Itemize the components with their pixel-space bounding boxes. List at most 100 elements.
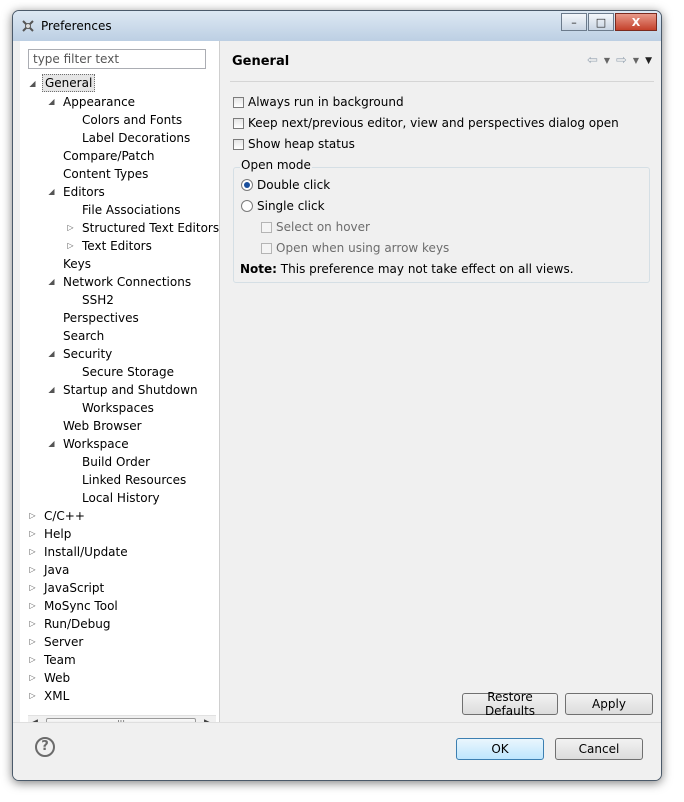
tree-item[interactable]: ◢ Appearance — [20, 93, 219, 111]
single-click-option[interactable]: Single click — [241, 197, 325, 215]
tree-item-label: Workspaces — [82, 401, 154, 415]
back-arrow-icon[interactable]: ⇦ — [587, 53, 598, 68]
double-click-label: Double click — [257, 178, 331, 192]
double-click-option[interactable]: Double click — [241, 176, 330, 194]
tree-item[interactable]: ▷ Server — [20, 633, 219, 651]
tree-item[interactable]: Linked Resources — [20, 471, 219, 489]
collapsed-twisty-icon[interactable]: ▷ — [66, 219, 75, 237]
expanded-twisty-icon[interactable]: ◢ — [47, 435, 56, 453]
keep-dialog-open-checkbox[interactable] — [233, 117, 244, 129]
forward-arrow-icon[interactable]: ⇨ — [616, 53, 627, 68]
minimize-button[interactable]: – — [561, 13, 587, 31]
expanded-twisty-icon[interactable]: ◢ — [47, 345, 56, 363]
collapsed-twisty-icon[interactable]: ▷ — [28, 579, 37, 597]
maximize-button[interactable]: □ — [588, 13, 614, 31]
tree-item-label: Java — [44, 563, 70, 577]
forward-dropdown-icon[interactable]: ▼ — [633, 56, 639, 68]
collapsed-twisty-icon[interactable]: ▷ — [66, 237, 75, 255]
tree-item[interactable]: Search — [20, 327, 219, 345]
tree-item[interactable]: ▷ MoSync Tool — [20, 597, 219, 615]
keep-dialog-open-label: Keep next/previous editor, view and pers… — [248, 116, 619, 130]
collapsed-twisty-icon[interactable]: ▷ — [28, 507, 37, 525]
expanded-twisty-icon[interactable]: ◢ — [47, 381, 56, 399]
expanded-twisty-icon[interactable]: ◢ — [47, 183, 56, 201]
show-heap-status-option[interactable]: Show heap status — [233, 135, 355, 153]
tree-item-label: Secure Storage — [82, 365, 175, 379]
tree-item[interactable]: ◢ Editors — [20, 183, 219, 201]
tree-item[interactable]: ◢ Security — [20, 345, 219, 363]
help-icon[interactable]: ? — [35, 737, 55, 757]
window-controls: – □ X — [560, 13, 657, 31]
tree-item[interactable]: ▷ JavaScript — [20, 579, 219, 597]
keep-dialog-open-option[interactable]: Keep next/previous editor, view and pers… — [233, 114, 619, 132]
view-menu-icon[interactable]: ▼ — [645, 56, 652, 68]
tree-item[interactable]: ▷ Web — [20, 669, 219, 687]
tree-item[interactable]: Content Types — [20, 165, 219, 183]
tree-item[interactable]: SSH2 — [20, 291, 219, 309]
tree-item-label: Server — [44, 635, 84, 649]
tree-item[interactable]: Local History — [20, 489, 219, 507]
tree-item[interactable]: ▷ Run/Debug — [20, 615, 219, 633]
collapsed-twisty-icon[interactable]: ▷ — [28, 543, 37, 561]
cancel-button[interactable]: Cancel — [555, 738, 643, 760]
filter-input[interactable] — [28, 49, 206, 69]
tree-item[interactable]: Perspectives — [20, 309, 219, 327]
preference-page: General ⇦ ▼ ⇨ ▼ ▼ Always run in backgrou… — [220, 41, 658, 722]
tree-item[interactable]: Build Order — [20, 453, 219, 471]
ok-button[interactable]: OK — [456, 738, 544, 760]
tree-item[interactable]: ▷ Install/Update — [20, 543, 219, 561]
tree-item[interactable]: ▷ Team — [20, 651, 219, 669]
tree-item-label: Editors — [63, 185, 105, 199]
tree-item[interactable]: File Associations — [20, 201, 219, 219]
tree-item[interactable]: ▷ Help — [20, 525, 219, 543]
tree-item[interactable]: ◢ Startup and Shutdown — [20, 381, 219, 399]
show-heap-status-checkbox[interactable] — [233, 138, 244, 150]
tree-item[interactable]: ◢ Workspace — [20, 435, 219, 453]
close-button[interactable]: X — [615, 13, 657, 31]
tree-item-label: Run/Debug — [44, 617, 111, 631]
collapsed-twisty-icon[interactable]: ▷ — [28, 525, 37, 543]
tree-item[interactable]: ▷ C/C++ — [20, 507, 219, 525]
tree-item[interactable]: ▷ XML — [20, 687, 219, 705]
expanded-twisty-icon[interactable]: ◢ — [47, 273, 56, 291]
expanded-twisty-icon[interactable]: ◢ — [28, 75, 37, 93]
restore-defaults-button[interactable]: Restore Defaults — [462, 690, 558, 718]
open-arrow-keys-checkbox — [261, 242, 272, 254]
tree-item[interactable]: Colors and Fonts — [20, 111, 219, 129]
tree-item[interactable]: ▷ Structured Text Editors — [20, 219, 219, 237]
tree-item-label: Perspectives — [63, 311, 139, 325]
collapsed-twisty-icon[interactable]: ▷ — [28, 561, 37, 579]
tree-item[interactable]: Web Browser — [20, 417, 219, 435]
tree-item[interactable]: Workspaces — [20, 399, 219, 417]
tree-item[interactable]: Compare/Patch — [20, 147, 219, 165]
tree-item-label: Team — [44, 653, 76, 667]
collapsed-twisty-icon[interactable]: ▷ — [28, 633, 37, 651]
collapsed-twisty-icon[interactable]: ▷ — [28, 615, 37, 633]
collapsed-twisty-icon[interactable]: ▷ — [28, 597, 37, 615]
apply-button[interactable]: Apply — [565, 693, 653, 715]
collapsed-twisty-icon[interactable]: ▷ — [28, 651, 37, 669]
single-click-radio[interactable] — [241, 200, 253, 212]
horizontal-scrollbar[interactable]: ◀ ||| ▶ — [28, 715, 216, 722]
tree-item-label: Workspace — [63, 437, 129, 451]
tree-item-label: Web — [44, 671, 71, 685]
always-run-background-checkbox[interactable] — [233, 96, 244, 108]
collapsed-twisty-icon[interactable]: ▷ — [28, 687, 37, 705]
tree-item-label: XML — [44, 689, 70, 703]
tree-item[interactable]: Keys — [20, 255, 219, 273]
collapsed-twisty-icon[interactable]: ▷ — [28, 669, 37, 687]
tree-item[interactable]: ◢ General — [20, 74, 219, 93]
tree-item[interactable]: ▷ Java — [20, 561, 219, 579]
preferences-window: Preferences – □ X ◢General◢AppearanceCol… — [12, 10, 662, 781]
back-dropdown-icon[interactable]: ▼ — [604, 56, 610, 68]
tree-item[interactable]: Label Decorations — [20, 129, 219, 147]
expanded-twisty-icon[interactable]: ◢ — [47, 93, 56, 111]
select-on-hover-option: Select on hover — [261, 218, 370, 236]
double-click-radio[interactable] — [241, 179, 253, 191]
tree-item[interactable]: Secure Storage — [20, 363, 219, 381]
always-run-background-option[interactable]: Always run in background — [233, 93, 404, 111]
title-bar[interactable]: Preferences – □ X — [13, 11, 661, 41]
tree-item[interactable]: ▷ Text Editors — [20, 237, 219, 255]
tree-item-label: Security — [63, 347, 113, 361]
tree-item[interactable]: ◢ Network Connections — [20, 273, 219, 291]
